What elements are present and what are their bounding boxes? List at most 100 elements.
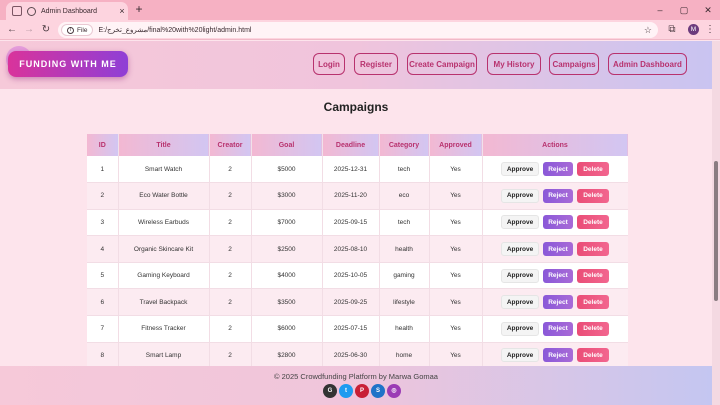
table-row: 6 Travel Backpack 2 $3500 2025-09-25 lifestyl… (87, 288, 628, 317)
twitter-icon[interactable]: t (339, 384, 353, 398)
table-row: 8 Smart Lamp 2 $2800 2025-06-30 home Yes Approv… (87, 342, 628, 370)
reject-button[interactable]: Reject (543, 215, 573, 230)
reject-button[interactable]: Reject (543, 321, 573, 336)
column-header[interactable]: Approved (429, 134, 483, 156)
table-cell: health (379, 315, 430, 343)
browser-tab[interactable]: Admin Dashboard × (6, 2, 128, 20)
reject-button[interactable]: Reject (543, 268, 573, 283)
approve-button[interactable]: Approve (501, 188, 539, 203)
info-icon: i (67, 26, 74, 34)
table-cell: 2025-06-30 (322, 342, 380, 370)
column-header[interactable]: Deadline (322, 134, 380, 156)
delete-button[interactable]: Delete (577, 348, 609, 363)
close-tab-icon[interactable]: × (116, 6, 128, 16)
column-header[interactable]: ID (87, 134, 119, 156)
delete-button[interactable]: Delete (577, 295, 609, 310)
table-cell: 2 (209, 156, 252, 184)
page-scrollbar[interactable] (712, 41, 720, 405)
delete-button[interactable]: Delete (577, 242, 609, 257)
column-header[interactable]: Title (118, 134, 210, 156)
actions-cell: Approve Reject Delete (482, 262, 628, 290)
column-header[interactable]: Creator (209, 134, 252, 156)
minimize-window-button[interactable]: – (648, 2, 672, 18)
approve-button[interactable]: Approve (501, 321, 539, 336)
table-cell: Travel Backpack (118, 288, 210, 317)
reject-button[interactable]: Reject (543, 188, 573, 203)
approve-button[interactable]: Approve (501, 295, 539, 310)
nav-campaigns[interactable]: Campaigns (549, 53, 599, 75)
reload-button[interactable]: ↻ (38, 22, 54, 38)
row-actions: Approve Reject Delete (483, 188, 628, 203)
table-cell: 2025-12-31 (322, 156, 380, 184)
approve-button[interactable]: Approve (501, 215, 539, 230)
table-cell: Wireless Earbuds (118, 209, 210, 237)
page-title: Campaigns (323, 100, 389, 114)
campaigns-table-body: 1 Smart Watch 2 $5000 2025-12-31 tech Yes Appro… (87, 156, 628, 370)
close-window-button[interactable]: ✕ (696, 2, 720, 18)
nav-create-campaign[interactable]: Create Campaign (407, 53, 477, 75)
forward-button[interactable]: → (21, 22, 37, 38)
actions-cell: Approve Reject Delete (482, 342, 628, 370)
table-row: 7 Fitness Tracker 2 $6000 2025-07-15 health Ye… (87, 315, 628, 343)
site-logo[interactable]: FUNDING WITH ME (8, 51, 128, 77)
reject-button[interactable]: Reject (543, 348, 573, 363)
tab-group-icon[interactable] (12, 6, 22, 16)
column-header[interactable]: Goal (251, 134, 323, 156)
approve-button[interactable]: Approve (501, 268, 539, 283)
new-tab-button[interactable]: + (132, 3, 146, 17)
table-cell: Gaming Keyboard (118, 262, 210, 290)
nav-my-history[interactable]: My History (487, 53, 541, 75)
scrollbar-thumb[interactable] (714, 161, 718, 301)
table-cell: tech (379, 209, 430, 237)
column-header[interactable]: Category (379, 134, 430, 156)
reject-button[interactable]: Reject (543, 242, 573, 257)
reject-button[interactable]: Reject (543, 162, 573, 177)
table-cell: Yes (429, 342, 483, 370)
delete-button[interactable]: Delete (577, 188, 609, 203)
table-cell: 2025-11-20 (322, 182, 380, 210)
table-cell: gaming (379, 262, 430, 290)
table-cell: 2 (209, 342, 252, 370)
profile-avatar[interactable]: M (688, 24, 699, 35)
actions-cell: Approve Reject Delete (482, 209, 628, 237)
table-cell: 2 (209, 182, 252, 210)
table-cell: 2025-08-10 (322, 235, 380, 263)
reject-button[interactable]: Reject (543, 295, 573, 310)
delete-button[interactable]: Delete (577, 268, 609, 283)
browser-tab-bar: Admin Dashboard × + – ▢ ✕ (0, 0, 720, 20)
table-cell: 4 (87, 235, 119, 263)
table-cell: Eco Water Bottle (118, 182, 210, 210)
nav-admin-dashboard[interactable]: Admin Dashboard (608, 53, 687, 75)
skype-icon[interactable]: S (371, 384, 385, 398)
table-row: 3 Wireless Earbuds 2 $7000 2025-09-15 tech Yes… (87, 209, 628, 237)
pinterest-icon[interactable]: P (355, 384, 369, 398)
site-info-label: File (77, 26, 88, 34)
delete-button[interactable]: Delete (577, 162, 609, 177)
browser-menu-icon[interactable]: ⋮ (702, 22, 718, 38)
table-cell: $2500 (251, 235, 323, 263)
instagram-icon[interactable]: ◎ (387, 384, 401, 398)
table-cell: 2025-09-25 (322, 288, 380, 317)
approve-button[interactable]: Approve (501, 348, 539, 363)
table-cell: 6 (87, 288, 119, 317)
table-row: 5 Gaming Keyboard 2 $4000 2025-10-05 gaming Ye… (87, 262, 628, 290)
extensions-icon[interactable]: ⧉ (664, 22, 680, 38)
delete-button[interactable]: Delete (577, 215, 609, 230)
table-cell: tech (379, 156, 430, 184)
maximize-window-button[interactable]: ▢ (672, 2, 696, 18)
url-text: E:/مشروع_تخرج/final%20with%20light/admin… (98, 27, 252, 34)
table-cell: 2 (209, 209, 252, 237)
site-info-chip[interactable]: i File (61, 24, 94, 36)
table-cell: $6000 (251, 315, 323, 343)
approve-button[interactable]: Approve (501, 242, 539, 257)
nav-login[interactable]: Login (313, 53, 345, 75)
approve-button[interactable]: Approve (501, 162, 539, 177)
nav-register[interactable]: Register (354, 53, 398, 75)
bookmark-star-icon[interactable]: ☆ (644, 22, 652, 38)
address-bar[interactable]: i File E:/مشروع_تخرج/final%20with%20ligh… (58, 22, 658, 38)
back-button[interactable]: ← (4, 22, 20, 38)
table-cell: $5000 (251, 156, 323, 184)
delete-button[interactable]: Delete (577, 321, 609, 336)
table-row: 4 Organic Skincare Kit 2 $2500 2025-08-10 hea… (87, 235, 628, 263)
github-icon[interactable]: G (323, 384, 337, 398)
